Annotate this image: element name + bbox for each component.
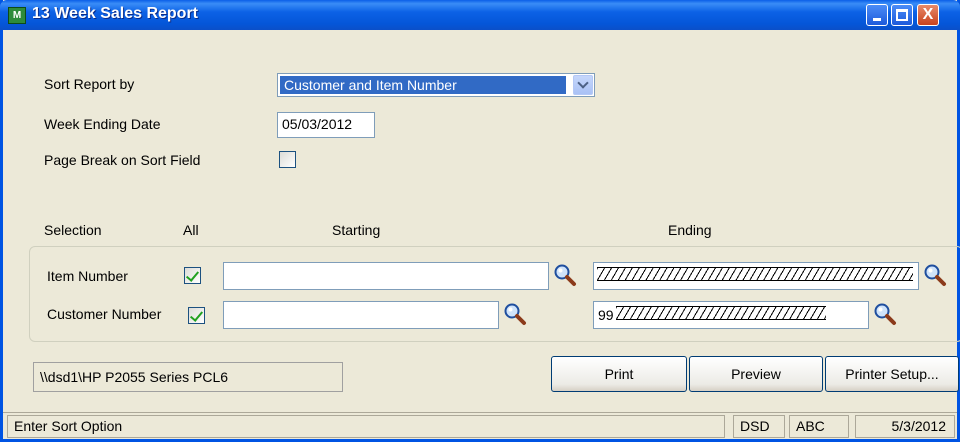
item-number-ending-field[interactable] bbox=[593, 262, 919, 290]
app-icon: M bbox=[8, 7, 26, 24]
customer-number-all-checkbox[interactable] bbox=[188, 307, 205, 324]
page-break-label: Page Break on Sort Field bbox=[44, 152, 201, 168]
range-max-fill bbox=[597, 267, 913, 281]
close-icon: X bbox=[922, 6, 934, 23]
print-button[interactable]: Print bbox=[551, 356, 687, 392]
maximize-icon bbox=[896, 9, 908, 21]
sort-report-label: Sort Report by bbox=[44, 76, 135, 92]
lookup-icon[interactable] bbox=[553, 263, 577, 287]
item-number-starting-field[interactable] bbox=[223, 262, 549, 290]
page-break-checkbox[interactable] bbox=[279, 151, 296, 168]
status-company: ABC bbox=[789, 415, 849, 438]
sort-report-value: Customer and Item Number bbox=[280, 76, 566, 94]
customer-number-ending-field[interactable]: 99 bbox=[593, 301, 869, 329]
report-window: M 13 Week Sales Report X Sort Report by … bbox=[0, 0, 960, 442]
maximize-button[interactable] bbox=[891, 4, 913, 26]
lookup-icon[interactable] bbox=[873, 302, 897, 326]
lookup-icon[interactable] bbox=[503, 302, 527, 326]
week-ending-date-field[interactable]: 05/03/2012 bbox=[277, 112, 375, 138]
starting-header: Starting bbox=[332, 222, 381, 238]
customer-ending-prefix: 99 bbox=[598, 307, 614, 323]
customer-number-label: Customer Number bbox=[47, 306, 162, 322]
chevron-down-icon[interactable] bbox=[573, 75, 593, 95]
printer-setup-button[interactable]: Printer Setup... bbox=[825, 356, 959, 392]
week-ending-label: Week Ending Date bbox=[44, 116, 161, 132]
title-bar[interactable]: M 13 Week Sales Report X bbox=[0, 0, 960, 30]
sort-report-select[interactable]: Customer and Item Number bbox=[277, 73, 595, 97]
item-number-all-checkbox[interactable] bbox=[184, 267, 201, 284]
selection-header: Selection bbox=[44, 222, 102, 238]
status-company-code: DSD bbox=[733, 415, 785, 438]
status-message: Enter Sort Option bbox=[7, 415, 725, 438]
close-button[interactable]: X bbox=[917, 4, 939, 26]
window-title: 13 Week Sales Report bbox=[32, 5, 199, 22]
item-number-label: Item Number bbox=[47, 268, 128, 284]
customer-number-starting-field[interactable] bbox=[223, 301, 499, 329]
all-header: All bbox=[183, 222, 199, 238]
range-max-fill bbox=[616, 306, 826, 320]
status-bar: Enter Sort Option DSD ABC 5/3/2012 bbox=[3, 412, 957, 439]
printer-name: \\dsd1\HP P2055 Series PCL6 bbox=[33, 362, 343, 392]
lookup-icon[interactable] bbox=[923, 263, 947, 287]
ending-header: Ending bbox=[668, 222, 712, 238]
minimize-button[interactable] bbox=[866, 4, 888, 26]
preview-button[interactable]: Preview bbox=[689, 356, 823, 392]
status-date: 5/3/2012 bbox=[855, 415, 955, 438]
minimize-icon bbox=[873, 18, 881, 21]
